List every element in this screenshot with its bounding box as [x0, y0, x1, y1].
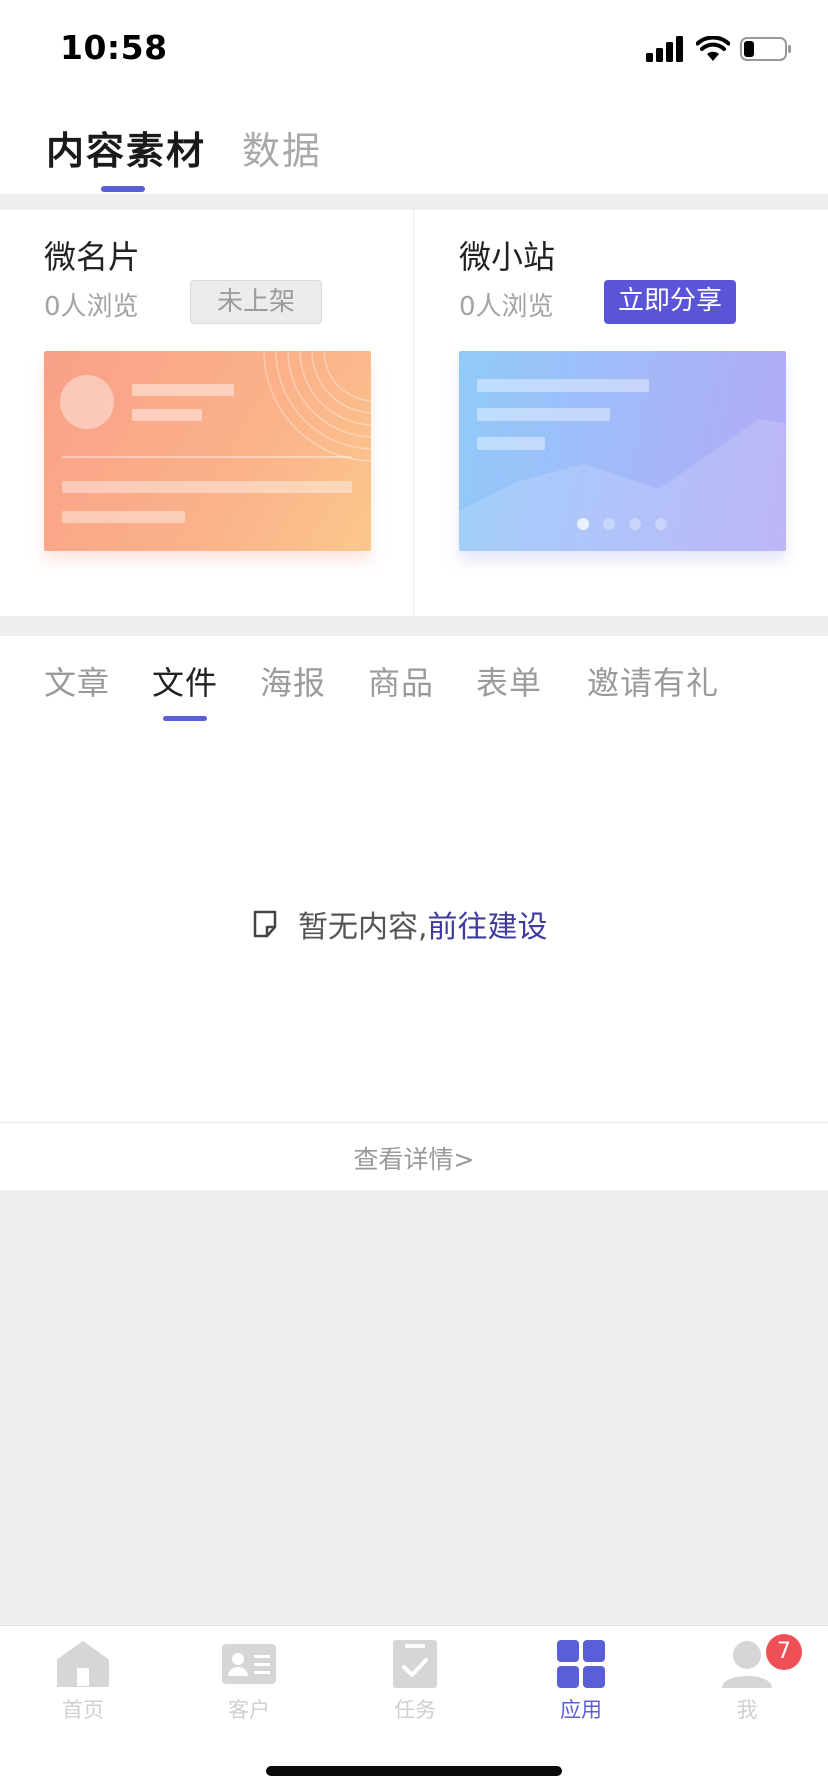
- battery-icon: [740, 37, 791, 61]
- contact-card-icon: [222, 1644, 276, 1684]
- nav-me[interactable]: 7 我: [664, 1626, 828, 1736]
- card-micro-site[interactable]: 微小站 0人浏览 立即分享: [415, 210, 828, 616]
- tab-content-material[interactable]: 内容素材: [46, 120, 206, 175]
- nav-label: 首页: [62, 1698, 104, 1722]
- divider: [0, 1122, 828, 1123]
- empty-state: 暂无内容, 前往建设: [252, 902, 548, 946]
- share-now-button[interactable]: 立即分享: [604, 280, 736, 324]
- status-time: 10:58: [60, 28, 168, 67]
- tab-products[interactable]: 商品: [368, 658, 434, 704]
- nav-label: 任务: [394, 1698, 436, 1722]
- unpublished-button[interactable]: 未上架: [190, 280, 322, 324]
- tab-invite-gift[interactable]: 邀请有礼: [587, 658, 719, 704]
- empty-state-text: 暂无内容,: [298, 910, 428, 945]
- content-library: 文章 文件 海报 商品 表单 邀请有礼 暂无内容, 前往建设 查看详情>: [0, 636, 828, 1190]
- home-indicator: [266, 1766, 562, 1776]
- nav-home[interactable]: 首页: [0, 1626, 166, 1736]
- tab-articles[interactable]: 文章: [44, 658, 110, 704]
- nav-tasks[interactable]: 任务: [332, 1626, 498, 1736]
- nav-customers[interactable]: 客户: [166, 1626, 332, 1736]
- note-icon: [253, 910, 277, 938]
- wifi-icon: [696, 36, 730, 61]
- status-bar: 10:58: [0, 0, 828, 90]
- notification-badge: 7: [766, 1634, 802, 1670]
- card-title: 微名片: [44, 238, 141, 276]
- card-view-count: 0人浏览: [459, 292, 554, 322]
- signal-icon: [646, 36, 683, 62]
- status-icons: [646, 34, 792, 64]
- content-tab-indicator: [163, 716, 207, 721]
- nav-label: 客户: [228, 1698, 270, 1722]
- microsite-preview-image[interactable]: [459, 351, 786, 551]
- material-cards: 微名片 0人浏览 未上架 微小站 0人浏览 立即分享: [0, 210, 828, 616]
- tab-posters[interactable]: 海报: [260, 658, 326, 704]
- card-view-count: 0人浏览: [44, 292, 139, 322]
- task-check-icon: [393, 1640, 437, 1688]
- card-micro-namecard[interactable]: 微名片 0人浏览 未上架: [0, 210, 414, 616]
- top-tab-bar: 内容素材 数据: [0, 90, 828, 194]
- nav-label: 我: [736, 1698, 758, 1722]
- tab-forms[interactable]: 表单: [476, 658, 542, 704]
- top-tab-indicator: [101, 186, 145, 192]
- card-title: 微小站: [459, 238, 556, 276]
- apps-grid-icon: [557, 1640, 605, 1688]
- tab-data[interactable]: 数据: [242, 120, 322, 175]
- nav-label: 应用: [560, 1698, 602, 1722]
- view-details-link[interactable]: 查看详情>: [0, 1140, 828, 1176]
- tab-files[interactable]: 文件: [152, 658, 218, 704]
- namecard-preview-image[interactable]: [44, 351, 371, 551]
- go-build-link[interactable]: 前往建设: [428, 902, 548, 946]
- nav-apps[interactable]: 应用: [498, 1626, 664, 1736]
- home-icon: [57, 1641, 109, 1687]
